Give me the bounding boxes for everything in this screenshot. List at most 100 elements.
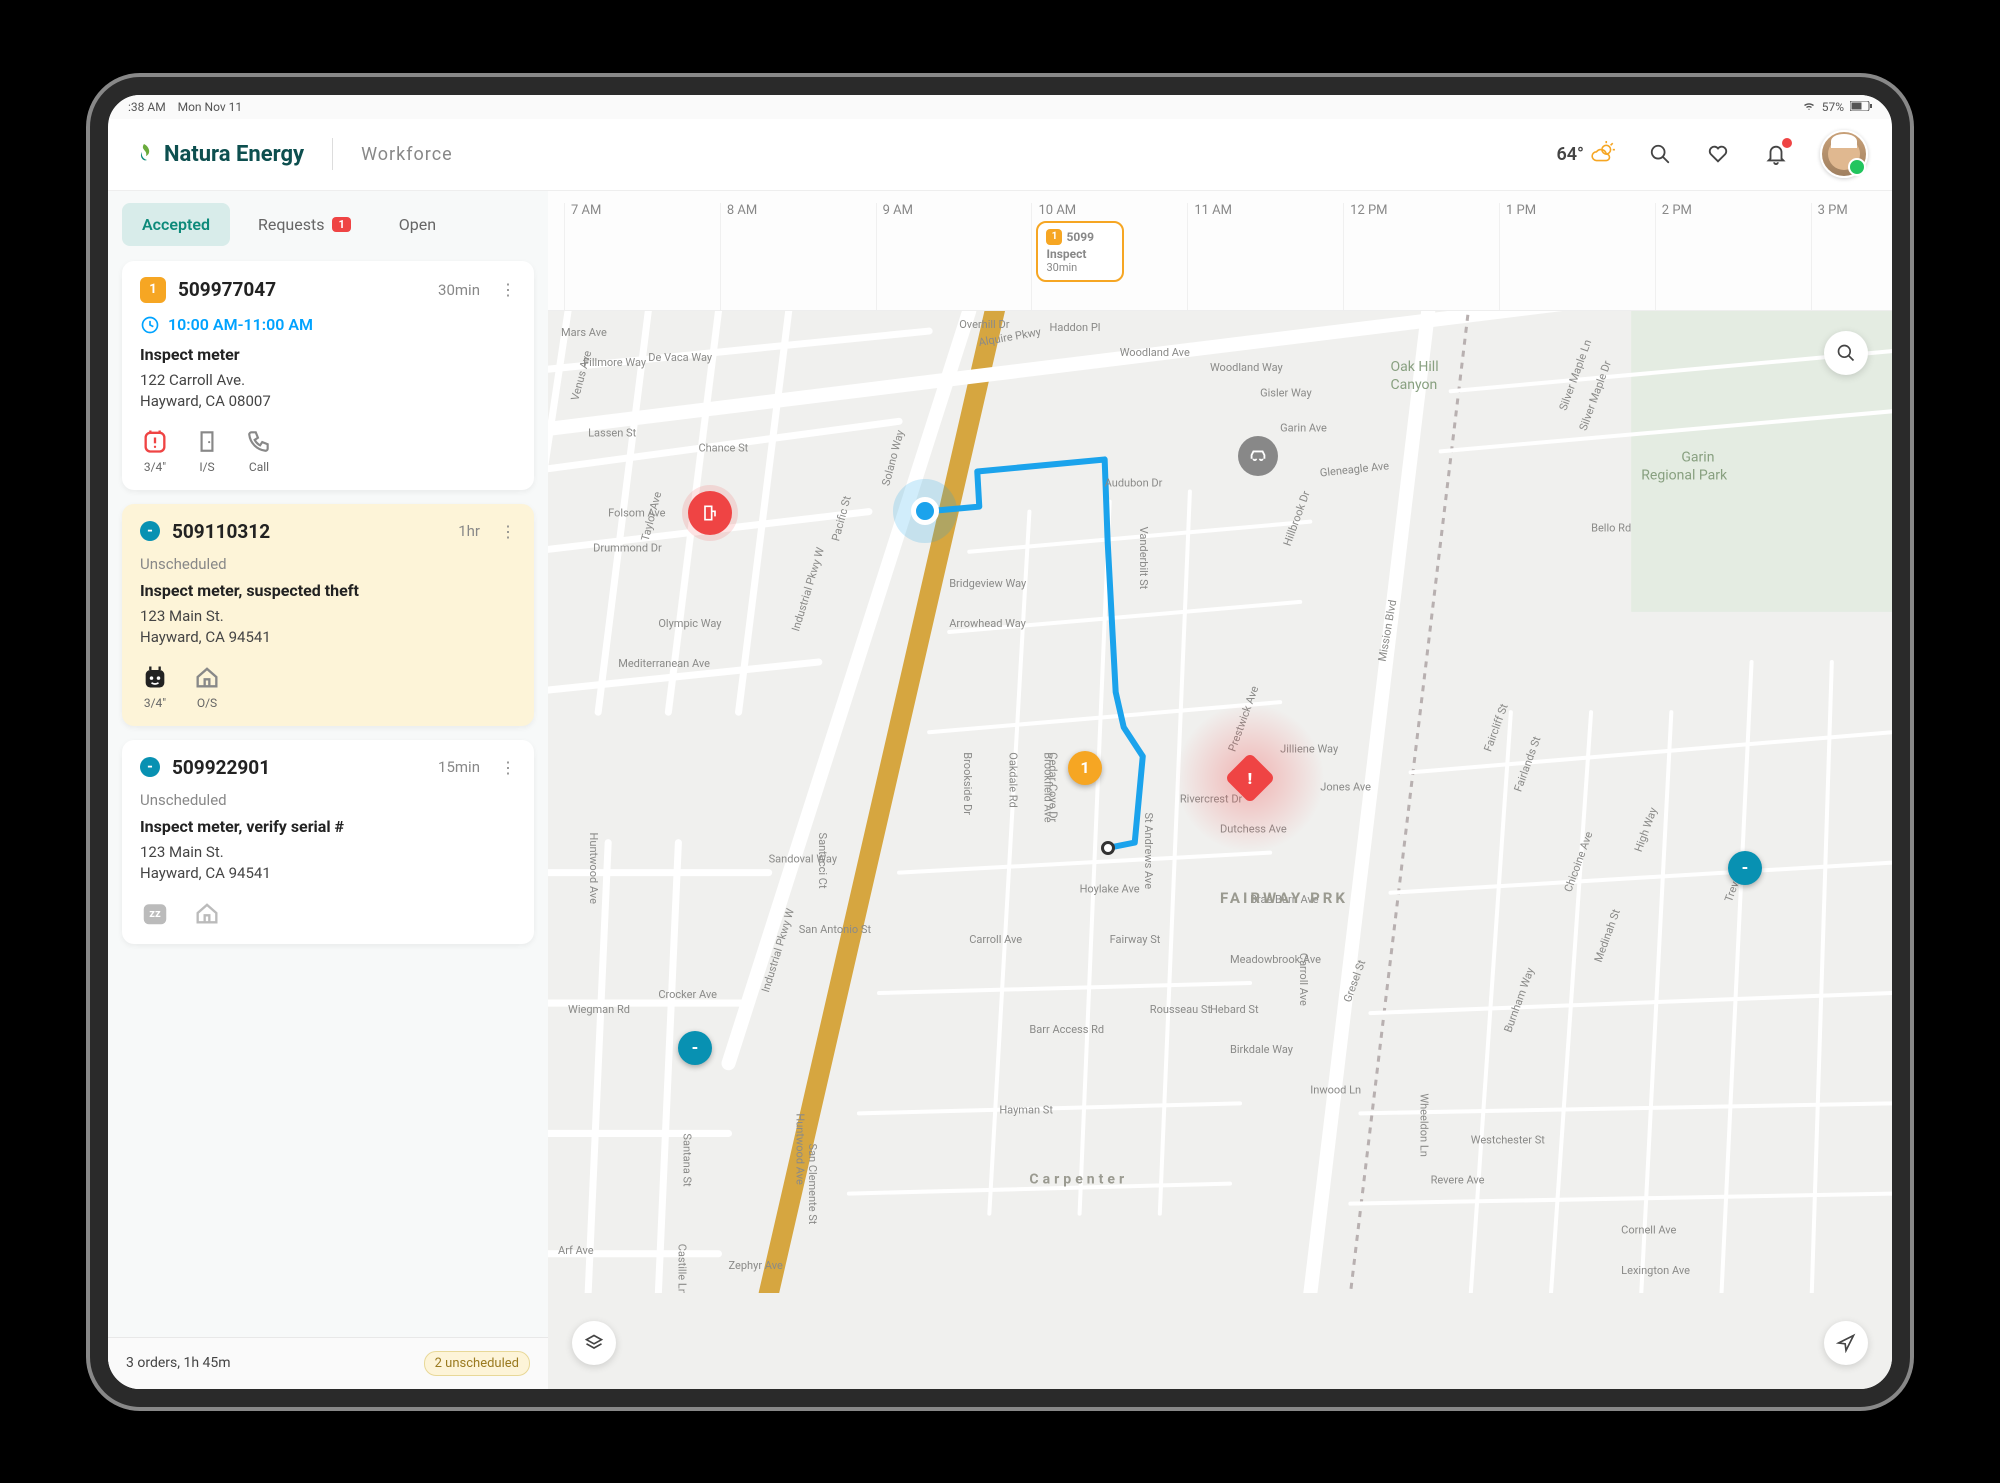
order-duration: 1hr xyxy=(458,522,480,540)
order-duration: 15min xyxy=(438,758,480,776)
svg-text:Woodland Ave: Woodland Ave xyxy=(1120,346,1190,359)
tab-accepted[interactable]: Accepted xyxy=(122,203,230,246)
svg-text:Garin Ave: Garin Ave xyxy=(1280,421,1327,434)
timeline-task: Inspect xyxy=(1046,247,1114,261)
order-card[interactable]: 1 509977047 30min ⋮ 10:00 AM-11:00 AM In… xyxy=(122,261,534,490)
house-icon xyxy=(192,898,222,928)
svg-text:Wiegman Rd: Wiegman Rd xyxy=(568,1003,630,1016)
sleep-icon: zz xyxy=(140,898,170,928)
svg-text:Lassen St: Lassen St xyxy=(588,426,636,439)
more-icon[interactable]: ⋮ xyxy=(500,522,516,541)
marker-route-end[interactable] xyxy=(1101,841,1115,855)
action-indoor[interactable]: I/S xyxy=(192,426,222,474)
action-call[interactable]: Call xyxy=(244,426,274,474)
flame-icon xyxy=(132,142,156,166)
svg-text:Audubon Dr: Audubon Dr xyxy=(1105,476,1163,489)
svg-text:Inwood Ln: Inwood Ln xyxy=(1310,1083,1361,1096)
favorites-button[interactable] xyxy=(1704,140,1732,168)
svg-text:Barr Access Rd: Barr Access Rd xyxy=(1029,1023,1104,1036)
status-date: Mon Nov 11 xyxy=(178,100,243,114)
action-outdoor[interactable]: O/S xyxy=(192,662,222,710)
svg-text:San Antonio St: San Antonio St xyxy=(799,922,872,935)
order-task: Inspect meter xyxy=(140,345,516,364)
action-outdoor[interactable] xyxy=(192,898,222,928)
marker-order-1[interactable]: 1 xyxy=(1068,751,1102,785)
svg-text:Huntwood Ave: Huntwood Ave xyxy=(587,832,600,904)
map-navigate-button[interactable] xyxy=(1824,1321,1868,1365)
timeline-badge: 1 xyxy=(1046,229,1062,245)
status-bar: :38 AM Mon Nov 11 57% xyxy=(108,95,1892,119)
door-icon xyxy=(192,426,222,456)
search-button[interactable] xyxy=(1646,140,1674,168)
heart-icon xyxy=(1707,143,1729,165)
svg-text:Crocker Ave: Crocker Ave xyxy=(658,988,717,1001)
svg-text:Carroll Ave: Carroll Ave xyxy=(969,932,1022,945)
tab-requests[interactable]: Requests 1 xyxy=(238,203,371,246)
svg-text:Huntwood Ave: Huntwood Ave xyxy=(794,1113,807,1185)
tab-requests-label: Requests xyxy=(258,215,325,234)
order-badge: - xyxy=(140,757,160,777)
tab-open[interactable]: Open xyxy=(379,203,456,246)
svg-text:Haddon Pl: Haddon Pl xyxy=(1049,321,1100,334)
svg-text:Solano Way: Solano Way xyxy=(879,427,907,486)
temperature: 64° xyxy=(1556,144,1584,165)
gas-pump-icon xyxy=(700,503,720,523)
svg-text:Oakdale Rd: Oakdale Rd xyxy=(1006,752,1019,808)
order-time: 10:00 AM-11:00 AM xyxy=(168,315,313,334)
marker-unscheduled[interactable]: - xyxy=(1728,851,1762,885)
marker-unscheduled[interactable]: - xyxy=(678,1031,712,1065)
svg-text:Rousseau St: Rousseau St xyxy=(1150,1003,1212,1016)
orders-list: 1 509977047 30min ⋮ 10:00 AM-11:00 AM In… xyxy=(108,251,548,1337)
marker-vehicle[interactable] xyxy=(1238,436,1278,476)
svg-text:Burnham Way: Burnham Way xyxy=(1501,965,1537,1034)
svg-text:Venus Ave: Venus Ave xyxy=(568,349,594,402)
svg-text:Hillbrook Dr: Hillbrook Dr xyxy=(1281,488,1313,547)
order-card[interactable]: - 509110312 1hr ⋮ Unscheduled Inspect me… xyxy=(122,504,534,726)
order-card[interactable]: - 509922901 15min ⋮ Unscheduled Inspect … xyxy=(122,740,534,944)
divider xyxy=(332,138,333,170)
svg-text:Meadowbrook Ave: Meadowbrook Ave xyxy=(1230,952,1321,965)
more-icon[interactable]: ⋮ xyxy=(500,758,516,777)
car-icon xyxy=(1247,445,1269,467)
svg-text:Overhill Dr: Overhill Dr xyxy=(959,318,1009,331)
action-alert[interactable]: 3/4" xyxy=(140,426,170,474)
svg-text:Chance St: Chance St xyxy=(698,441,748,454)
order-id: 509110312 xyxy=(172,520,446,543)
app-header: Natura Energy Workforce 64° xyxy=(108,119,1892,191)
user-avatar[interactable] xyxy=(1820,130,1868,178)
svg-text:Bello Rd: Bello Rd xyxy=(1591,521,1631,534)
orders-summary: 3 orders, 1h 45m xyxy=(126,1355,231,1371)
map-layers-button[interactable] xyxy=(572,1321,616,1365)
svg-text:Cedar Cove Dr: Cedar Cove Dr xyxy=(1046,752,1059,822)
timeline-order[interactable]: 1 5099 Inspect 30min xyxy=(1036,221,1124,282)
svg-text:Woodland Way: Woodland Way xyxy=(1210,361,1284,374)
hour-10am: 10 AM 1 5099 Inspect 30min xyxy=(1031,203,1187,310)
marker-alert[interactable]: ! xyxy=(1228,756,1272,800)
brand-name: Natura Energy xyxy=(164,142,304,167)
svg-text:Santucci Ct: Santucci Ct xyxy=(816,832,829,888)
hour-1pm: 1 PM xyxy=(1499,203,1655,310)
timeline[interactable]: 7 AM 8 AM 9 AM 10 AM 1 5099 Inspect 30mi… xyxy=(548,191,1892,311)
marker-start[interactable] xyxy=(911,497,939,525)
weather-widget[interactable]: 64° xyxy=(1556,141,1616,167)
order-badge: - xyxy=(140,521,160,541)
map-view[interactable]: Industrial Pkwy W Industrial Pkwy W Hunt… xyxy=(548,311,1892,1389)
app-logo[interactable]: Natura Energy xyxy=(132,142,304,167)
action-sleep[interactable]: zz xyxy=(140,898,170,928)
order-time-row: 10:00 AM-11:00 AM xyxy=(140,315,516,335)
notifications-button[interactable] xyxy=(1762,140,1790,168)
hour-9am: 9 AM xyxy=(876,203,1032,310)
timeline-duration: 30min xyxy=(1046,261,1114,274)
svg-text:Arrowhead Way: Arrowhead Way xyxy=(949,616,1026,629)
svg-text:Westchester St: Westchester St xyxy=(1471,1133,1546,1146)
order-address: 123 Main St. Hayward, CA 94541 xyxy=(140,606,516,648)
wifi-icon xyxy=(1802,100,1816,114)
action-meter[interactable]: 3/4" xyxy=(140,662,170,710)
map-search-button[interactable] xyxy=(1824,331,1868,375)
marker-gas-station[interactable] xyxy=(688,491,732,535)
svg-text:Mars Ave: Mars Ave xyxy=(561,326,607,339)
more-icon[interactable]: ⋮ xyxy=(500,280,516,299)
svg-text:Carpenter: Carpenter xyxy=(1029,1171,1128,1187)
svg-text:Lexington Ave: Lexington Ave xyxy=(1621,1263,1690,1276)
sidebar: Accepted Requests 1 Open 1 509977047 30m… xyxy=(108,191,548,1389)
